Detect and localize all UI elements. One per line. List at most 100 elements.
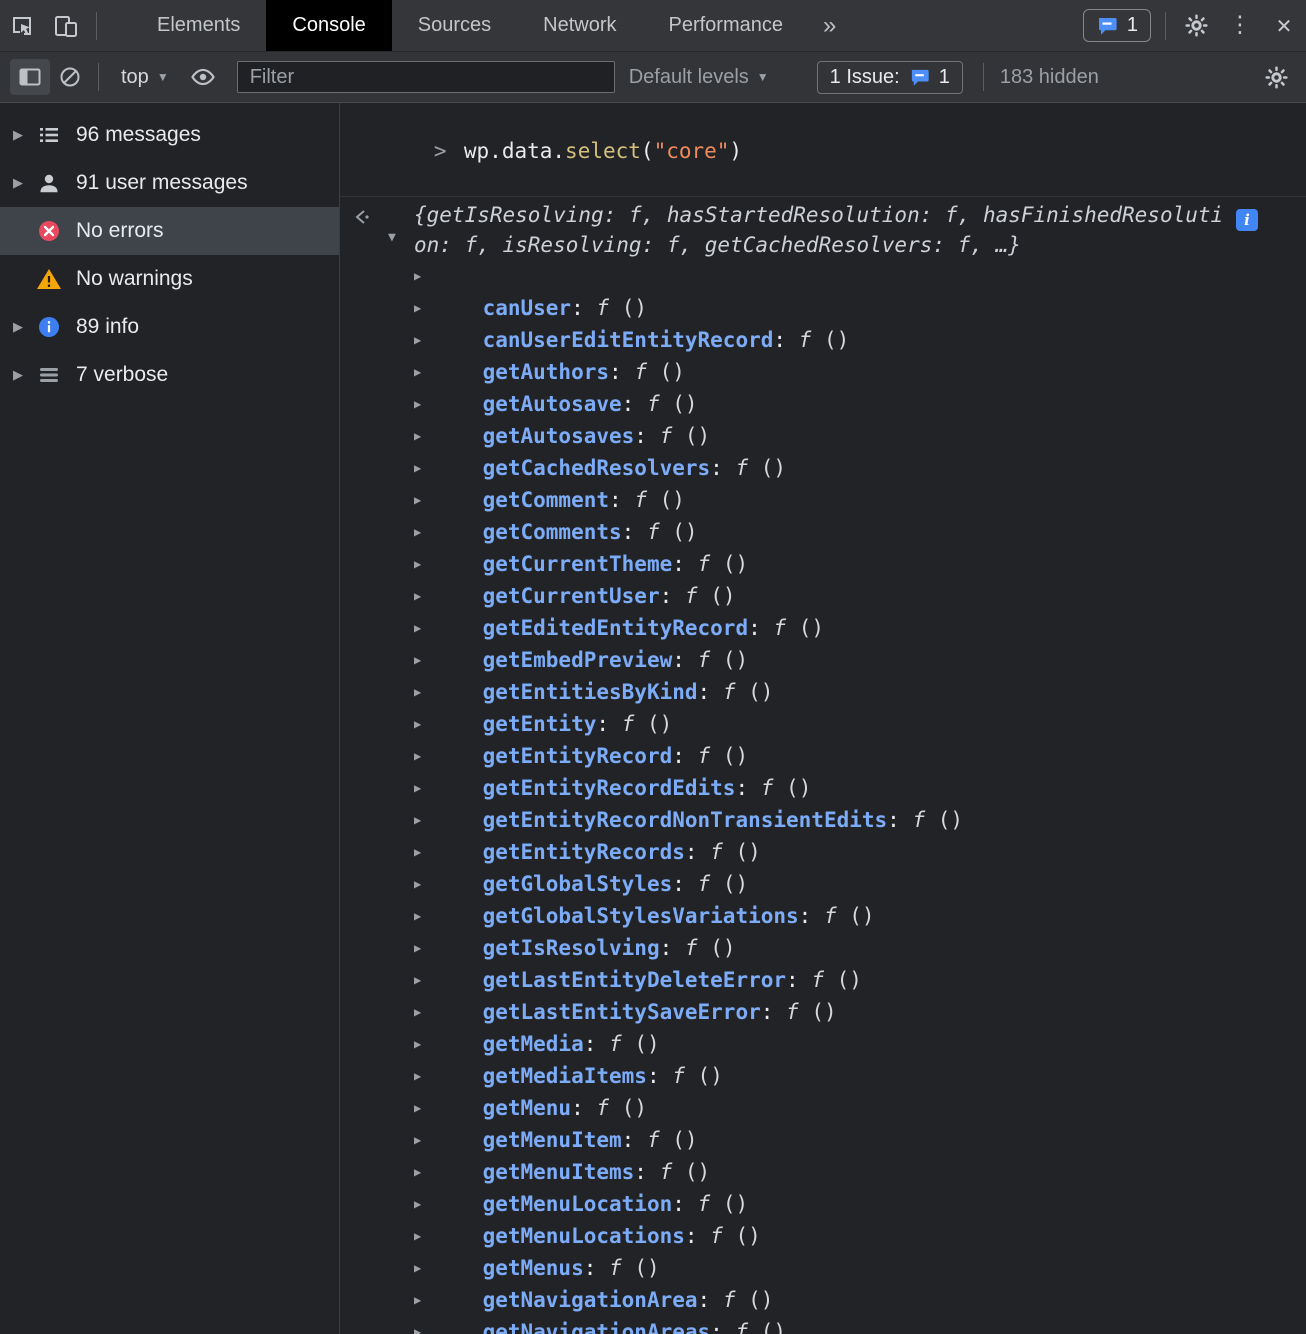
expand-triangle-icon[interactable]: ▶ [414,548,421,580]
object-property-row[interactable]: ▶getMenuItems: f () [340,1124,1306,1156]
object-property-row[interactable]: ▶getMedia: f () [340,996,1306,1028]
tab-console[interactable]: Console [266,0,391,51]
clear-console-icon[interactable] [50,59,90,95]
filter-input[interactable] [237,61,615,93]
expand-triangle-icon[interactable]: ▶ [414,836,421,868]
tab-elements[interactable]: Elements [131,0,266,51]
sidebar-item-user-messages[interactable]: ▶ 91 user messages [0,159,339,207]
expand-triangle-icon[interactable]: ▶ [414,292,421,324]
object-property-row[interactable]: ▶getComments: f () [340,484,1306,516]
expand-triangle-icon[interactable]: ▶ [414,1028,421,1060]
sidebar-item-verbose[interactable]: ▶ 7 verbose [0,351,339,399]
expand-triangle-icon[interactable]: ▶ [414,1060,421,1092]
expand-triangle-icon[interactable]: ▶ [414,804,421,836]
tab-network[interactable]: Network [517,0,642,51]
object-property-row[interactable]: ▶getEditedEntityRecord: f () [340,580,1306,612]
expand-triangle-icon[interactable]: ▶ [414,420,421,452]
object-property-row[interactable]: ▶getGlobalStylesVariations: f () [340,868,1306,900]
expand-triangle-icon[interactable]: ▶ [414,1316,421,1334]
expand-triangle-icon[interactable]: ▶ [414,1188,421,1220]
expand-triangle-icon[interactable]: ▶ [414,644,421,676]
sidebar-item-errors[interactable]: ▶ No errors [0,207,339,255]
issues-button[interactable]: 1 Issue: 1 [817,61,963,94]
expand-triangle-icon[interactable]: ▶ [414,900,421,932]
expander-triangle-icon[interactable]: ▶ [0,319,36,335]
expand-triangle-icon[interactable]: ▶ [414,388,421,420]
sidebar-item-info[interactable]: ▶ 89 info [0,303,339,351]
console-settings-gear-icon[interactable] [1256,59,1296,95]
object-property-row[interactable]: ▶getMenus: f () [340,1220,1306,1252]
expand-triangle-icon[interactable]: ▶ [414,708,421,740]
object-property-row[interactable]: ▶getMenuItem: f () [340,1092,1306,1124]
object-property-row[interactable]: ▶getLastEntityDeleteError: f () [340,932,1306,964]
expand-triangle-icon[interactable]: ▶ [414,932,421,964]
object-property-row[interactable]: ▶getEntityRecord: f () [340,708,1306,740]
object-property-row[interactable]: ▶getAutosaves: f () [340,388,1306,420]
object-property-row[interactable]: ▶getMenu: f () [340,1060,1306,1092]
kebab-menu-icon[interactable]: ⋮ [1218,0,1262,51]
device-toolbar-icon[interactable] [44,0,88,51]
expand-triangle-icon[interactable]: ▶ [414,452,421,484]
object-property-row[interactable]: ▶getAutosave: f () [340,356,1306,388]
expand-triangle-icon[interactable]: ▶ [414,676,421,708]
object-property-row[interactable]: ▶getNavigationAreas: f () [340,1284,1306,1316]
object-property-row[interactable]: ▶canUserEditEntityRecord: f () [340,292,1306,324]
tab-performance[interactable]: Performance [643,0,810,51]
expand-triangle-icon[interactable]: ▶ [414,324,421,356]
object-property-row[interactable]: ▶getPlugin: f () [340,1316,1306,1334]
expand-triangle-icon[interactable]: ▶ [414,1092,421,1124]
object-property-row[interactable]: ▶getMenuLocation: f () [340,1156,1306,1188]
expand-triangle-icon[interactable]: ▶ [414,580,421,612]
object-property-row[interactable]: ▶getEntityRecordNonTransientEdits: f () [340,772,1306,804]
sidebar-item-all-messages[interactable]: ▶ 96 messages [0,111,339,159]
object-property-row[interactable]: ▶getIsResolving: f () [340,900,1306,932]
object-preview[interactable]: {getIsResolving: f, hasStartedResolution… [414,200,1306,260]
object-property-row[interactable]: ▶getEmbedPreview: f () [340,612,1306,644]
expand-triangle-icon[interactable]: ▶ [414,996,421,1028]
object-property-row[interactable]: ▶canUser: f () [340,260,1306,292]
expand-triangle-icon[interactable]: ▶ [414,1284,421,1316]
object-property-row[interactable]: ▶getComment: f () [340,452,1306,484]
live-expression-eye-icon[interactable] [183,59,223,95]
expander-triangle-icon[interactable]: ▶ [0,127,36,143]
expand-triangle-icon[interactable]: ▶ [414,772,421,804]
tab-sources[interactable]: Sources [392,0,517,51]
expand-triangle-icon[interactable]: ▶ [414,868,421,900]
expand-triangle-icon[interactable]: ▶ [414,484,421,516]
expander-triangle-icon[interactable]: ▶ [0,175,36,191]
object-property-row[interactable]: ▶getAuthors: f () [340,324,1306,356]
console-messages-badge[interactable]: 1 [1083,9,1151,42]
collapse-triangle-icon[interactable]: ▼ [388,223,396,253]
context-selector[interactable]: top ▼ [121,66,169,89]
object-property-row[interactable]: ▶getEntityRecordEdits: f () [340,740,1306,772]
object-property-row[interactable]: ▶getEntitiesByKind: f () [340,644,1306,676]
log-levels-dropdown[interactable]: Default levels ▼ [629,66,769,89]
console-sidebar-toggle-icon[interactable] [10,59,50,95]
expand-triangle-icon[interactable]: ▶ [414,612,421,644]
object-property-row[interactable]: ▶getMediaItems: f () [340,1028,1306,1060]
expand-triangle-icon[interactable]: ▶ [414,740,421,772]
expand-triangle-icon[interactable]: ▶ [414,1124,421,1156]
expand-triangle-icon[interactable]: ▶ [414,1252,421,1284]
expand-triangle-icon[interactable]: ▶ [414,964,421,996]
object-property-row[interactable]: ▶getMenuLocations: f () [340,1188,1306,1220]
close-icon[interactable]: ✕ [1262,0,1306,51]
object-property-row[interactable]: ▶getEntityRecords: f () [340,804,1306,836]
inspect-element-icon[interactable] [0,0,44,51]
more-tabs-button[interactable]: » [809,0,850,51]
expand-triangle-icon[interactable]: ▶ [414,1156,421,1188]
expand-triangle-icon[interactable]: ▶ [414,1220,421,1252]
sidebar-item-warnings[interactable]: ▶ No warnings [0,255,339,303]
object-property-row[interactable]: ▶getEntity: f () [340,676,1306,708]
expander-triangle-icon[interactable]: ▶ [0,367,36,383]
object-property-row[interactable]: ▶getLastEntitySaveError: f () [340,964,1306,996]
object-property-row[interactable]: ▶getGlobalStyles: f () [340,836,1306,868]
object-property-row[interactable]: ▶getCurrentUser: f () [340,548,1306,580]
expand-triangle-icon[interactable]: ▶ [414,356,421,388]
info-icon[interactable]: i [1236,209,1258,231]
object-property-row[interactable]: ▶getCachedResolvers: f () [340,420,1306,452]
expand-triangle-icon[interactable]: ▶ [414,516,421,548]
object-property-row[interactable]: ▶getCurrentTheme: f () [340,516,1306,548]
expand-triangle-icon[interactable]: ▶ [414,260,421,292]
settings-gear-icon[interactable] [1174,0,1218,51]
